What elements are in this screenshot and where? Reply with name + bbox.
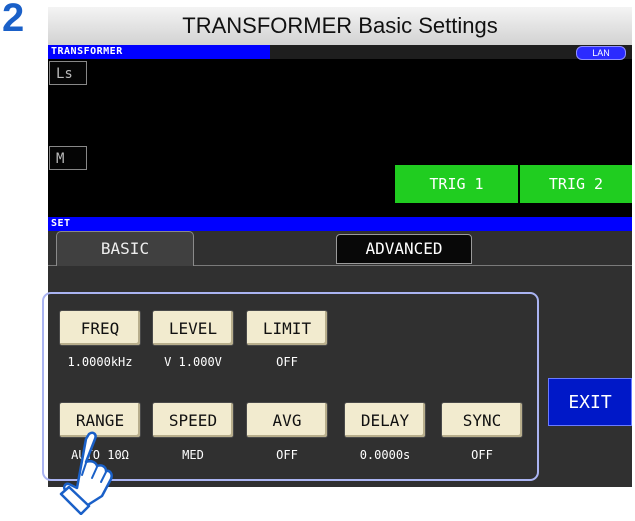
delay-value: 0.0000s: [359, 448, 411, 462]
level-button[interactable]: LEVEL: [152, 310, 234, 346]
sync-button[interactable]: SYNC: [441, 402, 523, 438]
delay-button[interactable]: DELAY: [344, 402, 426, 438]
step-number: 2: [2, 0, 25, 40]
status-strip: LAN: [270, 45, 632, 60]
set-label: SET: [48, 217, 632, 231]
avg-value: OFF: [276, 448, 298, 462]
settings-panel: BASIC ADVANCED FREQ LEVEL LIMIT 1.0000kH…: [42, 231, 632, 487]
trig-2-button[interactable]: TRIG 2: [520, 165, 632, 203]
param-ls: Ls: [49, 61, 87, 85]
tab-basic[interactable]: BASIC: [56, 231, 194, 266]
page-title: TRANSFORMER Basic Settings: [48, 7, 632, 46]
avg-button[interactable]: AVG: [246, 402, 328, 438]
sync-value: OFF: [471, 448, 493, 462]
exit-button[interactable]: EXIT: [548, 378, 632, 426]
limit-button[interactable]: LIMIT: [246, 310, 328, 346]
device-screen: LAN TRANSFORMER Ls M TRIG 1 TRIG 2 SET B…: [42, 45, 632, 487]
tab-advanced[interactable]: ADVANCED: [336, 234, 472, 264]
mode-label: TRANSFORMER: [48, 45, 270, 59]
lan-indicator: LAN: [576, 46, 626, 60]
freq-button[interactable]: FREQ: [59, 310, 141, 346]
speed-button[interactable]: SPEED: [152, 402, 234, 438]
limit-value: OFF: [276, 355, 298, 369]
pointing-hand-icon: [59, 431, 113, 515]
param-m: M: [49, 146, 87, 170]
trig-1-button[interactable]: TRIG 1: [395, 165, 518, 203]
